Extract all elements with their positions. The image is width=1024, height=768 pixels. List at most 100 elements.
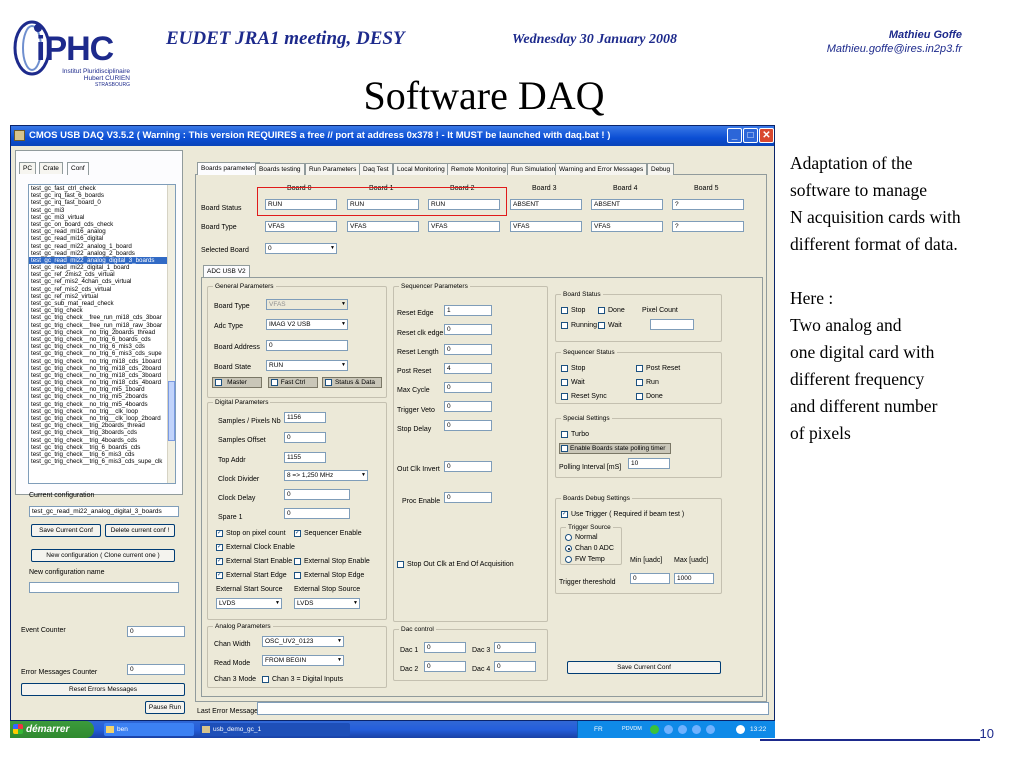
fw-temp-radio[interactable] (565, 556, 572, 563)
config-list-item[interactable]: test_gc_read_mi22_analog_digital_3_board… (29, 256, 175, 265)
sp-trigger-veto-field[interactable]: 0 (444, 401, 492, 412)
bs-pixel-count-field[interactable] (650, 319, 694, 330)
dac1-field[interactable]: 0 (424, 642, 466, 653)
min-uadc-field[interactable]: 0 (630, 573, 670, 584)
new-config-name-field[interactable] (29, 582, 179, 593)
sp-max-cycle-field[interactable]: 0 (444, 382, 492, 393)
taskbar-item-folder[interactable]: ben (104, 723, 194, 736)
ext-stop-enable-checkbox[interactable] (294, 558, 301, 565)
config-list-item[interactable]: test_gc_trig_check__trig_3boards_cds (29, 429, 175, 436)
save-current-conf-button[interactable]: Save Current Conf (31, 524, 101, 537)
ext-start-enable-checkbox[interactable]: ✓ (216, 558, 223, 565)
dac4-field[interactable]: 0 (494, 661, 536, 672)
polling-timer-checkbox[interactable] (561, 445, 568, 452)
dp-clock-divider-select[interactable]: 8 => 1,250 MHz (284, 470, 368, 481)
config-list-item[interactable]: test_gc_fast_ctrl_check (29, 185, 175, 192)
dp-top-addr-field[interactable]: 1155 (284, 452, 326, 463)
ext-stop-edge-checkbox[interactable] (294, 572, 301, 579)
bs-stop-checkbox[interactable] (561, 307, 568, 314)
config-list-item[interactable]: test_gc_trig_check__trig_6_mis3_cds_supe… (29, 458, 175, 465)
dp-spare1-field[interactable]: 0 (284, 508, 350, 519)
config-list-item[interactable]: test_gc_trig_check (29, 307, 175, 314)
board-type-field-0[interactable]: VFAS (265, 221, 337, 232)
tab-crate[interactable]: Crate (39, 162, 63, 174)
config-list-item[interactable]: test_gc_trig_check__no_trig_mi18_cds_3bo… (29, 372, 175, 379)
dp-samples-field[interactable]: 1156 (284, 412, 326, 423)
tab-run-simulation[interactable]: Run Simulation (507, 163, 560, 175)
ss-wait-checkbox[interactable] (561, 379, 568, 386)
config-list-item[interactable]: test_gc_ref_mis2_4chan_cds_virtual (29, 278, 175, 285)
config-list-item[interactable]: test_gc_trig_check__trig_4boards_cds (29, 437, 175, 444)
status-data-checkbox[interactable] (325, 379, 332, 386)
tab-local-monitoring[interactable]: Local Monitoring (393, 163, 449, 175)
config-list-item[interactable]: test_gc_trig_check__no_trig_mi5_4boards (29, 401, 175, 408)
config-list-item[interactable]: test_gc_trig_check__no_trig_mi5_1board (29, 386, 175, 393)
start-button[interactable]: démarrer (10, 721, 94, 738)
config-list-item[interactable]: test_gc_trig_check__no_trig_6_boards_cds (29, 336, 175, 343)
board-type-field-4[interactable]: VFAS (591, 221, 663, 232)
ss-run-checkbox[interactable] (636, 379, 643, 386)
config-list-item[interactable]: test_gc_sub_mat_read_check (29, 300, 175, 307)
ss-stop-checkbox[interactable] (561, 365, 568, 372)
taskbar-item-usb-demo[interactable]: usb_demo_gc_1 (200, 723, 350, 736)
ss-done-checkbox[interactable] (636, 393, 643, 400)
fast-ctrl-toggle[interactable]: Fast Ctrl (268, 377, 318, 388)
delete-current-conf-button[interactable]: Delete current conf ! (105, 524, 175, 537)
pause-run-button[interactable]: Pause Run (145, 701, 185, 714)
sp-out-clk-invert-field[interactable]: 0 (444, 461, 492, 472)
board-type-field-3[interactable]: VFAS (510, 221, 582, 232)
config-list-item[interactable]: test_gc_trig_check__no_trig_2boards_thre… (29, 329, 175, 336)
config-list-scrollbar[interactable] (167, 185, 175, 483)
config-list-item[interactable]: test_gc_trig_check__trig_6_mis3_cds (29, 451, 175, 458)
config-list-item[interactable]: test_gc_trig_check__free_run_mi18_raw_3b… (29, 322, 175, 329)
config-list-item[interactable]: test_gc_trig_check__free_run_mi18_cds_3b… (29, 314, 175, 321)
board-type-field-2[interactable]: VFAS (428, 221, 500, 232)
selected-board-select[interactable]: 0 (265, 243, 337, 254)
ext-stop-source-select[interactable]: LVDS (294, 598, 360, 609)
scroll-thumb[interactable] (168, 381, 175, 441)
config-list-item[interactable]: test_gc_read_mi16_analog (29, 228, 175, 235)
gp-board-address-field[interactable]: 0 (266, 340, 348, 351)
config-list-item[interactable]: test_gc_trig_check__no_trig__clk_loop (29, 408, 175, 415)
last-error-field[interactable] (257, 702, 769, 715)
config-list-item[interactable]: test_gc_irq_fast_board_0 (29, 199, 175, 206)
tab-boards-parameters[interactable]: Boards parameters (197, 162, 261, 175)
close-button[interactable]: ✕ (759, 128, 774, 143)
config-list-item[interactable]: test_gc_trig_check__no_trig_mi18_cds_4bo… (29, 379, 175, 386)
board-status-field-4[interactable]: ABSENT (591, 199, 663, 210)
board-status-field-3[interactable]: ABSENT (510, 199, 582, 210)
ap-read-mode-select[interactable]: FROM BEGIN (262, 655, 344, 666)
ss-reset-sync-checkbox[interactable] (561, 393, 568, 400)
network-icon[interactable] (650, 725, 659, 734)
sequencer-enable-checkbox[interactable]: ✓ (294, 530, 301, 537)
sp-post-reset-field[interactable]: 4 (444, 363, 492, 374)
config-list-item[interactable]: test_gc_trig_check__trig_6_boards_cds (29, 444, 175, 451)
use-trigger-checkbox[interactable]: ✓ (561, 511, 568, 518)
stop-on-pixel-checkbox[interactable]: ✓ (216, 530, 223, 537)
minimize-button[interactable]: _ (727, 128, 742, 143)
config-list-item[interactable]: test_gc_trig_check__no_trig_6_mis3_cds (29, 343, 175, 350)
current-config-field[interactable]: test_gc_read_mi22_analog_digital_3_board… (29, 506, 179, 517)
gp-board-type-select[interactable]: VFAS (266, 299, 348, 310)
tray-icon-3[interactable] (678, 725, 687, 734)
board-type-field-1[interactable]: VFAS (347, 221, 419, 232)
config-list[interactable]: test_gc_fast_ctrl_check test_gc_irq_fast_… (28, 184, 176, 484)
config-list-item[interactable]: test_gc_ref_mis2_cds_virtual (29, 286, 175, 293)
new-config-button[interactable]: New configuration ( Clone current one ) (31, 549, 175, 562)
dp-samples-offset-field[interactable]: 0 (284, 432, 326, 443)
config-list-item[interactable]: test_gc_mi3 (29, 207, 175, 214)
status-data-toggle[interactable]: Status & Data (322, 377, 382, 388)
ap-chan-width-select[interactable]: OSC_UV2_0123 (262, 636, 344, 647)
bs-wait-checkbox[interactable] (598, 322, 605, 329)
maximize-button[interactable]: □ (743, 128, 758, 143)
config-list-item[interactable]: test_gc_read_mi22_analog_2_boards (29, 250, 175, 257)
chan3-digital-checkbox[interactable] (262, 676, 269, 683)
sp-reset-length-field[interactable]: 0 (444, 344, 492, 355)
dac3-field[interactable]: 0 (494, 642, 536, 653)
config-list-item[interactable]: test_gc_mi3_virtual (29, 214, 175, 221)
fast-ctrl-checkbox[interactable] (271, 379, 278, 386)
tray-icon-4[interactable] (692, 725, 701, 734)
config-list-item[interactable]: test_gc_ref_mis2_virtual (29, 293, 175, 300)
tab-daq-test[interactable]: Daq Test (359, 163, 393, 175)
sp-reset-clk-edge-field[interactable]: 0 (444, 324, 492, 335)
